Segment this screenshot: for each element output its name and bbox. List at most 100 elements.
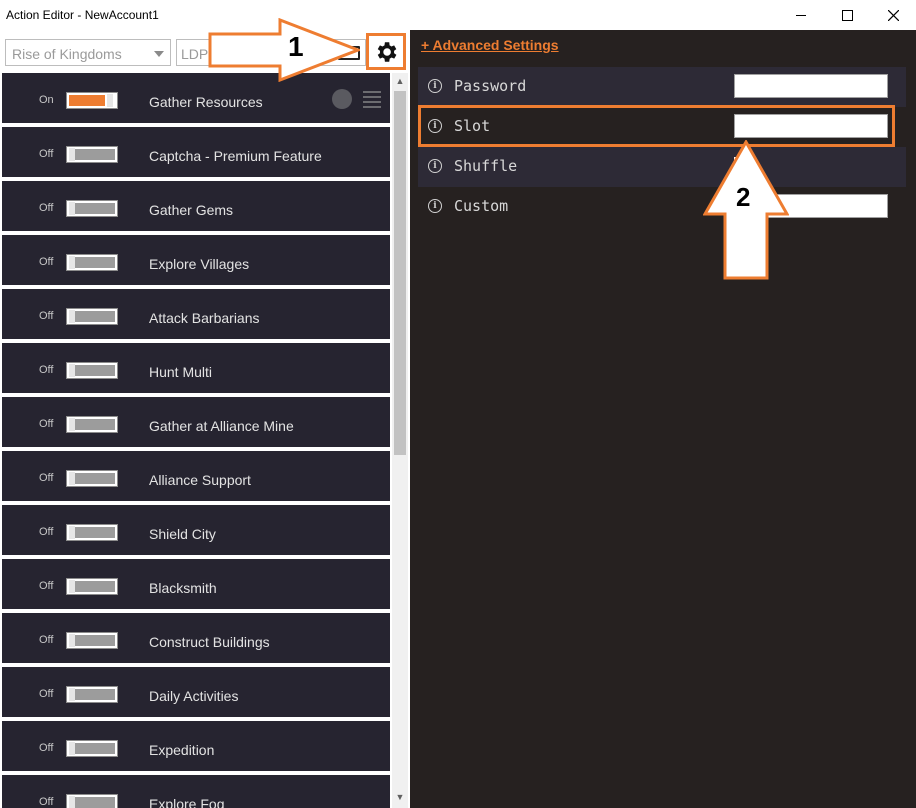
info-icon[interactable]: i — [428, 159, 442, 173]
action-row-alliance-mine[interactable]: Off Gather at Alliance Mine — [2, 397, 390, 449]
action-label: Gather Gems — [149, 202, 234, 218]
action-toggle[interactable] — [66, 470, 118, 487]
toggle-knob — [69, 256, 75, 269]
action-label: Explore Villages — [149, 256, 250, 272]
action-toggle[interactable] — [66, 578, 118, 595]
action-label: Gather at Alliance Mine — [149, 418, 294, 434]
gear-icon — [377, 41, 397, 62]
password-field[interactable] — [734, 74, 888, 98]
action-label: Alliance Support — [149, 472, 251, 488]
annotation-number-2: 2 — [736, 182, 751, 212]
scroll-up-icon[interactable]: ▲ — [392, 73, 408, 89]
toggle-knob — [69, 796, 75, 808]
action-toggle[interactable] — [66, 200, 118, 217]
action-row-gather-gems[interactable]: Off Gather Gems — [2, 181, 390, 233]
action-row-explore-villages[interactable]: Off Explore Villages — [2, 235, 390, 287]
toggle-fill — [75, 689, 115, 700]
action-toggle[interactable] — [66, 632, 118, 649]
setting-row-shuffle: i Shuffle — [418, 147, 906, 187]
action-row-blacksmith[interactable]: Off Blacksmith — [2, 559, 390, 611]
toggle-fill — [75, 527, 115, 538]
action-row-hunt-multi[interactable]: Off Hunt Multi — [2, 343, 390, 395]
toggle-knob — [69, 634, 75, 647]
toggle-fill — [75, 743, 115, 754]
setting-row-custom: i Custom — [418, 187, 906, 227]
action-toggle[interactable] — [66, 740, 118, 757]
action-row-daily-activities[interactable]: Off Daily Activities — [2, 667, 390, 719]
toggle-knob — [69, 526, 75, 539]
toggle-knob — [69, 472, 75, 485]
toggle-state-label: Off — [39, 364, 54, 376]
toggle-state-label: Off — [39, 310, 54, 322]
annotation-arrow-1: 1 — [208, 17, 363, 83]
game-select[interactable]: Rise of Kingdoms — [5, 39, 171, 66]
action-toggle[interactable] — [66, 362, 118, 379]
advanced-settings-link[interactable]: + Advanced Settings — [421, 37, 559, 53]
game-select-value: Rise of Kingdoms — [12, 46, 122, 62]
setting-label: Custom — [454, 197, 509, 215]
arrow-right-icon — [208, 17, 363, 83]
action-label: Attack Barbarians — [149, 310, 260, 326]
toggle-knob — [69, 742, 75, 755]
toggle-fill — [75, 581, 115, 592]
action-label: Blacksmith — [149, 580, 217, 596]
drag-handle-icon[interactable] — [363, 88, 381, 110]
toggle-knob — [107, 94, 113, 107]
minimize-button[interactable] — [778, 0, 824, 30]
action-row-captcha[interactable]: Off Captcha - Premium Feature — [2, 127, 390, 179]
setting-row-password: i Password — [418, 67, 906, 107]
annotation-number-1: 1 — [288, 31, 304, 62]
action-row-construct-buildings[interactable]: Off Construct Buildings — [2, 613, 390, 665]
action-toggle[interactable] — [66, 794, 118, 808]
toggle-knob — [69, 580, 75, 593]
toggle-state-label: Off — [39, 202, 54, 214]
action-toggle[interactable] — [66, 416, 118, 433]
toggle-fill — [75, 149, 115, 160]
settings-button[interactable] — [366, 33, 406, 70]
setting-label: Password — [454, 77, 527, 95]
toggle-fill — [75, 419, 115, 430]
action-toggle[interactable] — [66, 524, 118, 541]
action-toggle[interactable] — [66, 308, 118, 325]
toggle-knob — [69, 148, 75, 161]
close-button[interactable] — [870, 0, 916, 30]
toggle-knob — [69, 310, 75, 323]
action-row-shield-city[interactable]: Off Shield City — [2, 505, 390, 557]
action-row-expedition[interactable]: Off Expedition — [2, 721, 390, 773]
action-row-attack-barbarians[interactable]: Off Attack Barbarians — [2, 289, 390, 341]
action-row-alliance-support[interactable]: Off Alliance Support — [2, 451, 390, 503]
timer-icon[interactable] — [332, 89, 352, 109]
title-bar: Action Editor - NewAccount1 — [0, 0, 916, 30]
toggle-state-label: On — [39, 94, 54, 106]
action-toggle[interactable] — [66, 146, 118, 163]
toggle-state-label: Off — [39, 526, 54, 538]
action-toggle[interactable] — [66, 686, 118, 703]
action-toggle[interactable] — [66, 92, 118, 109]
toggle-state-label: Off — [39, 580, 54, 592]
maximize-button[interactable] — [824, 0, 870, 30]
slot-highlight-box — [418, 105, 895, 147]
info-icon[interactable]: i — [428, 79, 442, 93]
toggle-state-label: Off — [39, 796, 54, 808]
toggle-state-label: Off — [39, 148, 54, 160]
action-label: Gather Resources — [149, 94, 263, 110]
toggle-knob — [69, 202, 75, 215]
toggle-fill — [75, 635, 115, 646]
toggle-state-label: Off — [39, 256, 54, 268]
info-icon[interactable]: i — [428, 199, 442, 213]
annotation-arrow-2: 2 — [702, 138, 790, 280]
action-toggle[interactable] — [66, 254, 118, 271]
action-row-explore-fog[interactable]: Off Explore Fog — [2, 775, 390, 808]
toggle-fill — [69, 95, 105, 106]
toggle-fill — [75, 311, 115, 322]
action-label: Explore Fog — [149, 796, 225, 808]
scroll-down-icon[interactable]: ▼ — [392, 789, 408, 805]
toggle-state-label: Off — [39, 418, 54, 430]
toggle-state-label: Off — [39, 472, 54, 484]
scroll-thumb[interactable] — [394, 91, 406, 455]
toggle-state-label: Off — [39, 688, 54, 700]
action-label: Captcha - Premium Feature — [149, 148, 322, 164]
toggle-fill — [75, 257, 115, 268]
toggle-fill — [75, 203, 115, 214]
toggle-state-label: Off — [39, 742, 54, 754]
